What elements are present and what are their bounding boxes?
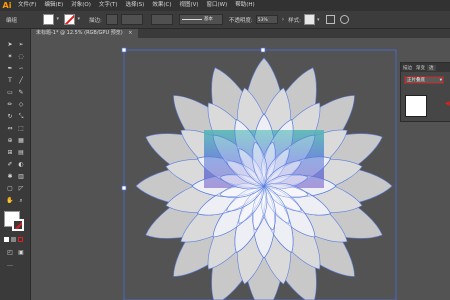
stroke-weight-input[interactable] xyxy=(120,14,143,25)
tools-panel: ➤ ➢ ✶ ◌ ✒ ∽ T ╱ ▭ ✎ ✏ ◇ ↻ ⤡ ⇔ ⬚ ⊕ ▦ ⊞ ▤ … xyxy=(0,29,31,300)
panel-tabs: 描边 渐变 透 xyxy=(401,63,450,72)
none-mode-button[interactable] xyxy=(18,237,23,242)
menu-view[interactable]: 视图(V) xyxy=(175,0,202,11)
paintbrush-icon[interactable]: ✎ xyxy=(17,89,25,97)
menu-edit[interactable]: 编辑(E) xyxy=(40,0,67,11)
rotate-tool-icon[interactable]: ↻ xyxy=(6,113,14,121)
curvature-tool-icon[interactable]: ∽ xyxy=(17,65,25,73)
menu-help[interactable]: 帮助(H) xyxy=(231,0,258,11)
red-arrow-icon: ◀ xyxy=(445,100,450,107)
rectangle-tool-icon[interactable]: ▭ xyxy=(6,89,14,97)
slice-tool-icon[interactable]: ◸ xyxy=(17,185,25,193)
chevron-down-icon: ▾ xyxy=(77,16,81,22)
style-label: 样式: xyxy=(288,17,301,24)
width-tool-icon[interactable]: ⇔ xyxy=(6,125,14,133)
none-indicator xyxy=(14,221,22,229)
opacity-label: 不透明度: xyxy=(228,17,253,24)
perspective-grid-icon[interactable]: ▦ xyxy=(17,137,25,145)
hand-tool-icon[interactable]: ✋ xyxy=(6,197,14,205)
type-tool-icon[interactable]: T xyxy=(6,77,14,85)
tab-transparency[interactable]: 透 xyxy=(427,64,436,71)
document-tab-title: 未标题-1* @ 12.5% (RGB/GPU 预览) xyxy=(36,30,123,36)
chevron-down-icon: ▾ xyxy=(56,16,60,22)
opacity-mask-thumbnail[interactable] xyxy=(405,95,427,117)
brush-style-dropdown[interactable]: 基本 xyxy=(178,14,223,25)
direct-selection-tool-icon[interactable]: ➢ xyxy=(17,41,25,49)
chevron-right-icon[interactable]: › xyxy=(282,16,284,23)
canvas[interactable] xyxy=(31,38,400,300)
selection-handle-top-left[interactable] xyxy=(121,47,127,53)
flower-outline-overlay xyxy=(191,113,337,259)
blend-tool-icon[interactable]: ◐ xyxy=(17,161,25,169)
stroke-dropdown[interactable]: ▾ xyxy=(75,15,81,24)
chevron-down-icon[interactable]: ▾ xyxy=(317,17,320,23)
symbol-sprayer-icon[interactable]: ✱ xyxy=(6,173,14,181)
zoom-tool-icon[interactable]: ⌕ xyxy=(17,197,25,205)
shape-builder-icon[interactable]: ⊕ xyxy=(6,137,14,145)
align-icon[interactable] xyxy=(339,15,349,24)
pencil-icon[interactable]: ✏ xyxy=(6,101,14,109)
eraser-icon[interactable]: ◇ xyxy=(17,101,25,109)
blend-mode-select[interactable]: 正片叠底 ▾ xyxy=(404,76,444,84)
artboard-tool-icon[interactable]: ▢ xyxy=(6,185,14,193)
color-mode-button[interactable] xyxy=(4,237,9,242)
fill-swatch[interactable] xyxy=(43,14,55,25)
opacity-input[interactable]: 53% xyxy=(255,15,278,24)
stroke-preview-line xyxy=(181,19,202,20)
magic-wand-icon[interactable]: ✶ xyxy=(6,53,14,61)
tab-gradient[interactable]: 渐变 xyxy=(414,65,427,71)
document-tab[interactable]: 未标题-1* @ 12.5% (RGB/GPU 预览) × xyxy=(30,29,139,38)
more-tools-icon[interactable]: … xyxy=(6,261,14,269)
document-tab-bar: 未标题-1* @ 12.5% (RGB/GPU 预览) × xyxy=(30,29,450,38)
scale-tool-icon[interactable]: ⤡ xyxy=(17,113,25,121)
pen-tool-icon[interactable]: ✒ xyxy=(6,65,14,73)
variable-width-dropdown[interactable] xyxy=(150,14,173,25)
lasso-icon[interactable]: ◌ xyxy=(17,53,25,61)
menu-type[interactable]: 文字(T) xyxy=(95,0,122,11)
menu-select[interactable]: 选择(S) xyxy=(122,0,149,11)
gradient-mode-button[interactable] xyxy=(11,237,16,242)
column-graph-icon[interactable]: ▥ xyxy=(17,173,25,181)
blend-mode-value: 正片叠底 xyxy=(407,78,425,83)
menu-bar: Ai 文件(F) 编辑(E) 对象(O) 文字(T) 选择(S) 效果(C) 视… xyxy=(0,0,450,11)
menu-object[interactable]: 对象(O) xyxy=(67,0,95,11)
graphic-style-swatch[interactable] xyxy=(304,14,315,25)
eyedropper-icon[interactable]: ✐ xyxy=(6,161,14,169)
menu-effect[interactable]: 效果(C) xyxy=(148,0,175,11)
stroke-color-box[interactable] xyxy=(12,219,24,231)
selection-handle-left[interactable] xyxy=(121,185,127,191)
gradient-tool-icon[interactable]: ▤ xyxy=(17,149,25,157)
tab-stroke[interactable]: 描边 xyxy=(401,65,414,71)
fill-dropdown[interactable]: ▾ xyxy=(54,15,60,24)
menu-window[interactable]: 窗口(W) xyxy=(203,0,232,11)
transparency-panel: 描边 渐变 透 正片叠底 ▾ xyxy=(400,62,450,122)
selection-handle-top[interactable] xyxy=(260,47,266,53)
draw-mode-icon[interactable]: ◰ xyxy=(6,249,14,257)
opacity-value: 53% xyxy=(257,18,268,23)
recolor-icon[interactable] xyxy=(325,15,335,24)
line-tool-icon[interactable]: ╱ xyxy=(17,77,25,85)
app-logo: Ai xyxy=(2,1,12,10)
stroke-weight-stepper[interactable] xyxy=(105,14,118,25)
close-icon[interactable]: × xyxy=(128,30,132,36)
stroke-label: 描边: xyxy=(89,17,102,24)
selection-tool-icon[interactable]: ➤ xyxy=(6,41,14,49)
chevron-down-icon: ▾ xyxy=(439,78,442,83)
mesh-tool-icon[interactable]: ⊞ xyxy=(6,149,14,157)
free-transform-icon[interactable]: ⬚ xyxy=(17,125,25,133)
selection-type-label: 编组 xyxy=(6,17,18,24)
screen-mode-icon[interactable]: ▣ xyxy=(17,249,25,257)
brush-style-value: 基本 xyxy=(203,17,213,22)
stroke-swatch[interactable] xyxy=(64,14,76,25)
control-bar: 编组 ▾ ▾ 描边: 基本 不透明度: 53% › 样式: ▾ xyxy=(0,11,450,29)
menu-file[interactable]: 文件(F) xyxy=(14,0,40,11)
